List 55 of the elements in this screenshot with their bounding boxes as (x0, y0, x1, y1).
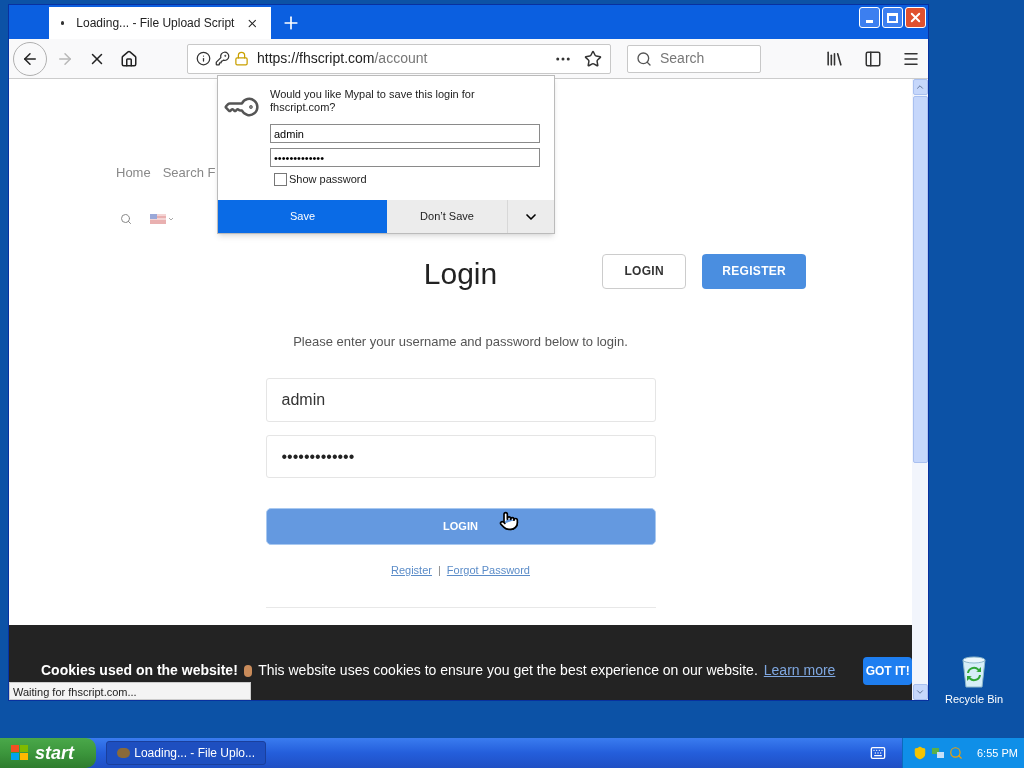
got-it-button[interactable]: GOT IT! (863, 656, 912, 685)
browser-tab[interactable]: Loading... - File Upload Script (49, 7, 271, 39)
cookie-icon (243, 664, 253, 677)
desktop-icon-label[interactable]: Recycle Bin (944, 691, 1004, 708)
status-bar: Waiting for fhscript.com... (9, 682, 251, 700)
site-nav-link[interactable]: Search F (162, 163, 216, 183)
password-field[interactable]: ••••••••••••• (265, 435, 656, 478)
search-field[interactable]: Search (627, 44, 761, 73)
popup-password-field[interactable]: ••••••••••••• (270, 148, 540, 167)
popup-username-field[interactable]: admin (270, 124, 540, 143)
tab-title: Loading... - File Upload Script (76, 15, 235, 32)
show-password-label: Show password (289, 172, 367, 187)
search-icon[interactable] (120, 212, 132, 225)
link-separator: | (437, 563, 441, 578)
taskbar-task[interactable]: Loading... - File Uplo... (106, 741, 266, 765)
recycle-bin-icon[interactable] (959, 656, 989, 688)
dont-save-button[interactable]: Don’t Save (387, 200, 508, 233)
address-bar[interactable]: https://fhscript.com/account (187, 43, 611, 74)
info-icon[interactable] (196, 51, 211, 66)
key-icon[interactable] (215, 51, 230, 66)
library-icon[interactable] (825, 49, 844, 68)
login-instruction: Please enter your username and password below to login. (293, 332, 628, 351)
scrollbar[interactable] (912, 79, 928, 700)
clock: 6:55 PM (977, 745, 1018, 761)
url-text: https://fhscript.com/account (257, 49, 428, 68)
minimize-button[interactable] (859, 7, 880, 28)
windows-logo (10, 744, 30, 762)
app-icon (117, 748, 131, 758)
keyboard-icon[interactable] (870, 745, 886, 761)
close-button[interactable] (905, 7, 926, 28)
bookmark-star-icon[interactable] (584, 49, 602, 68)
scroll-down-icon (915, 687, 925, 697)
login-heading: Login (423, 255, 498, 292)
register-button[interactable]: REGISTER (702, 253, 807, 289)
maximize-button[interactable] (882, 7, 903, 28)
cookie-title: Cookies used on the website! (41, 661, 238, 680)
site-nav-link[interactable]: Home (116, 163, 151, 183)
learn-more-link[interactable]: Learn more (763, 660, 836, 681)
forgot-password-link[interactable]: Forgot Password (446, 562, 530, 579)
register-link[interactable]: Register (391, 562, 432, 579)
cookie-message: This website uses cookies to ensure you get the best experience on our website. (258, 661, 758, 680)
login-button[interactable]: LOGIN (602, 253, 687, 289)
scroll-up-icon (915, 82, 925, 92)
flag-icon[interactable] (150, 213, 174, 224)
start-button[interactable]: start (0, 738, 96, 768)
popup-message: Would you like Mypal to save this login for fhscript.com? (270, 88, 476, 114)
username-field[interactable]: admin (265, 378, 656, 422)
show-password-checkbox[interactable] (274, 172, 287, 186)
search-icon (636, 50, 652, 67)
home-icon (120, 49, 138, 68)
network-icon[interactable] (931, 746, 945, 760)
hand-cursor-icon (499, 511, 519, 531)
sidebar-icon[interactable] (864, 49, 882, 68)
close-icon (908, 10, 923, 25)
save-button[interactable]: Save (218, 200, 387, 233)
